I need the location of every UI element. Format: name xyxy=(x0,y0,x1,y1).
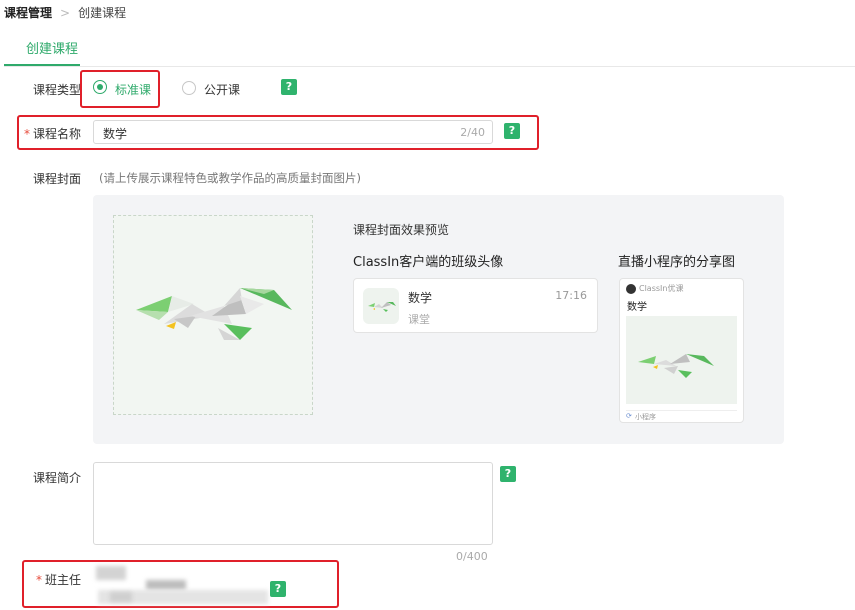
course-type-help-icon[interactable]: ? xyxy=(281,79,297,95)
required-mark: * xyxy=(24,127,30,141)
head-teacher-help-icon[interactable]: ? xyxy=(270,581,286,597)
head-teacher-label: * 班主任 xyxy=(36,571,81,588)
share-card-footer: 小程序 xyxy=(635,413,656,421)
radio-standard-course[interactable] xyxy=(93,80,107,94)
course-name-label: * 课程名称 xyxy=(24,125,81,142)
redacted-block xyxy=(96,566,126,580)
mini-program-icon: ⟳ xyxy=(626,412,632,420)
bird-avatar-image xyxy=(368,302,396,312)
cover-upload-area[interactable] xyxy=(113,215,313,415)
course-intro-counter: 0/400 xyxy=(456,550,488,563)
radio-standard-indicator[interactable] xyxy=(93,80,107,94)
breadcrumb-current: 创建课程 xyxy=(78,6,127,20)
course-name-input[interactable]: 数学 2/40 xyxy=(93,120,493,144)
breadcrumb-separator: > xyxy=(60,6,71,20)
client-preview-card: 数学 17:16 课堂 xyxy=(353,278,598,333)
course-intro-help-icon[interactable]: ? xyxy=(500,466,516,482)
class-avatar xyxy=(363,288,399,324)
required-mark: * xyxy=(36,573,42,587)
client-avatar-title: ClassIn客户端的班级头像 xyxy=(353,255,504,270)
course-intro-textarea[interactable] xyxy=(93,462,493,545)
client-card-sub: 课堂 xyxy=(408,313,430,326)
redacted-block xyxy=(146,580,186,590)
share-card-name: 数学 xyxy=(627,302,647,313)
course-intro-label: 课程简介 xyxy=(33,471,82,485)
course-name-counter: 2/40 xyxy=(460,126,485,139)
bird-share-image xyxy=(638,354,714,378)
share-card-image xyxy=(626,316,737,404)
radio-standard-label[interactable]: 标准课 xyxy=(115,81,151,98)
preview-title: 课程封面效果预览 xyxy=(353,223,450,237)
brand-logo-icon xyxy=(626,284,636,294)
course-type-label: 课程类型 xyxy=(33,83,82,97)
redacted-block xyxy=(110,592,132,602)
radio-open-course[interactable] xyxy=(182,81,196,95)
course-name-label-text: 课程名称 xyxy=(33,127,82,141)
bird-cover-image xyxy=(136,288,292,340)
share-image-title: 直播小程序的分享图 xyxy=(618,255,736,270)
head-teacher-selector[interactable] xyxy=(96,566,271,606)
course-cover-label: 课程封面 xyxy=(33,172,82,186)
radio-open-indicator[interactable] xyxy=(182,81,196,95)
course-name-help-icon[interactable]: ? xyxy=(504,123,520,139)
client-card-name: 数学 xyxy=(408,291,433,305)
share-card-divider xyxy=(626,410,737,411)
head-teacher-label-text: 班主任 xyxy=(45,573,82,587)
client-card-time: 17:16 xyxy=(555,289,587,302)
tab-create-course[interactable]: 创建课程 xyxy=(26,38,78,57)
breadcrumb: 课程管理 > 创建课程 xyxy=(4,4,126,21)
breadcrumb-parent[interactable]: 课程管理 xyxy=(4,6,52,20)
share-card-brand: ClassIn优课 xyxy=(639,284,684,293)
course-name-value: 数学 xyxy=(103,127,128,141)
course-cover-hint: (请上传展示课程特色或教学作品的高质量封面图片) xyxy=(99,171,361,185)
share-preview-card: ClassIn优课 数学 ⟳ 小程序 xyxy=(619,278,744,423)
radio-open-label[interactable]: 公开课 xyxy=(204,81,240,98)
tab-divider xyxy=(4,66,855,67)
